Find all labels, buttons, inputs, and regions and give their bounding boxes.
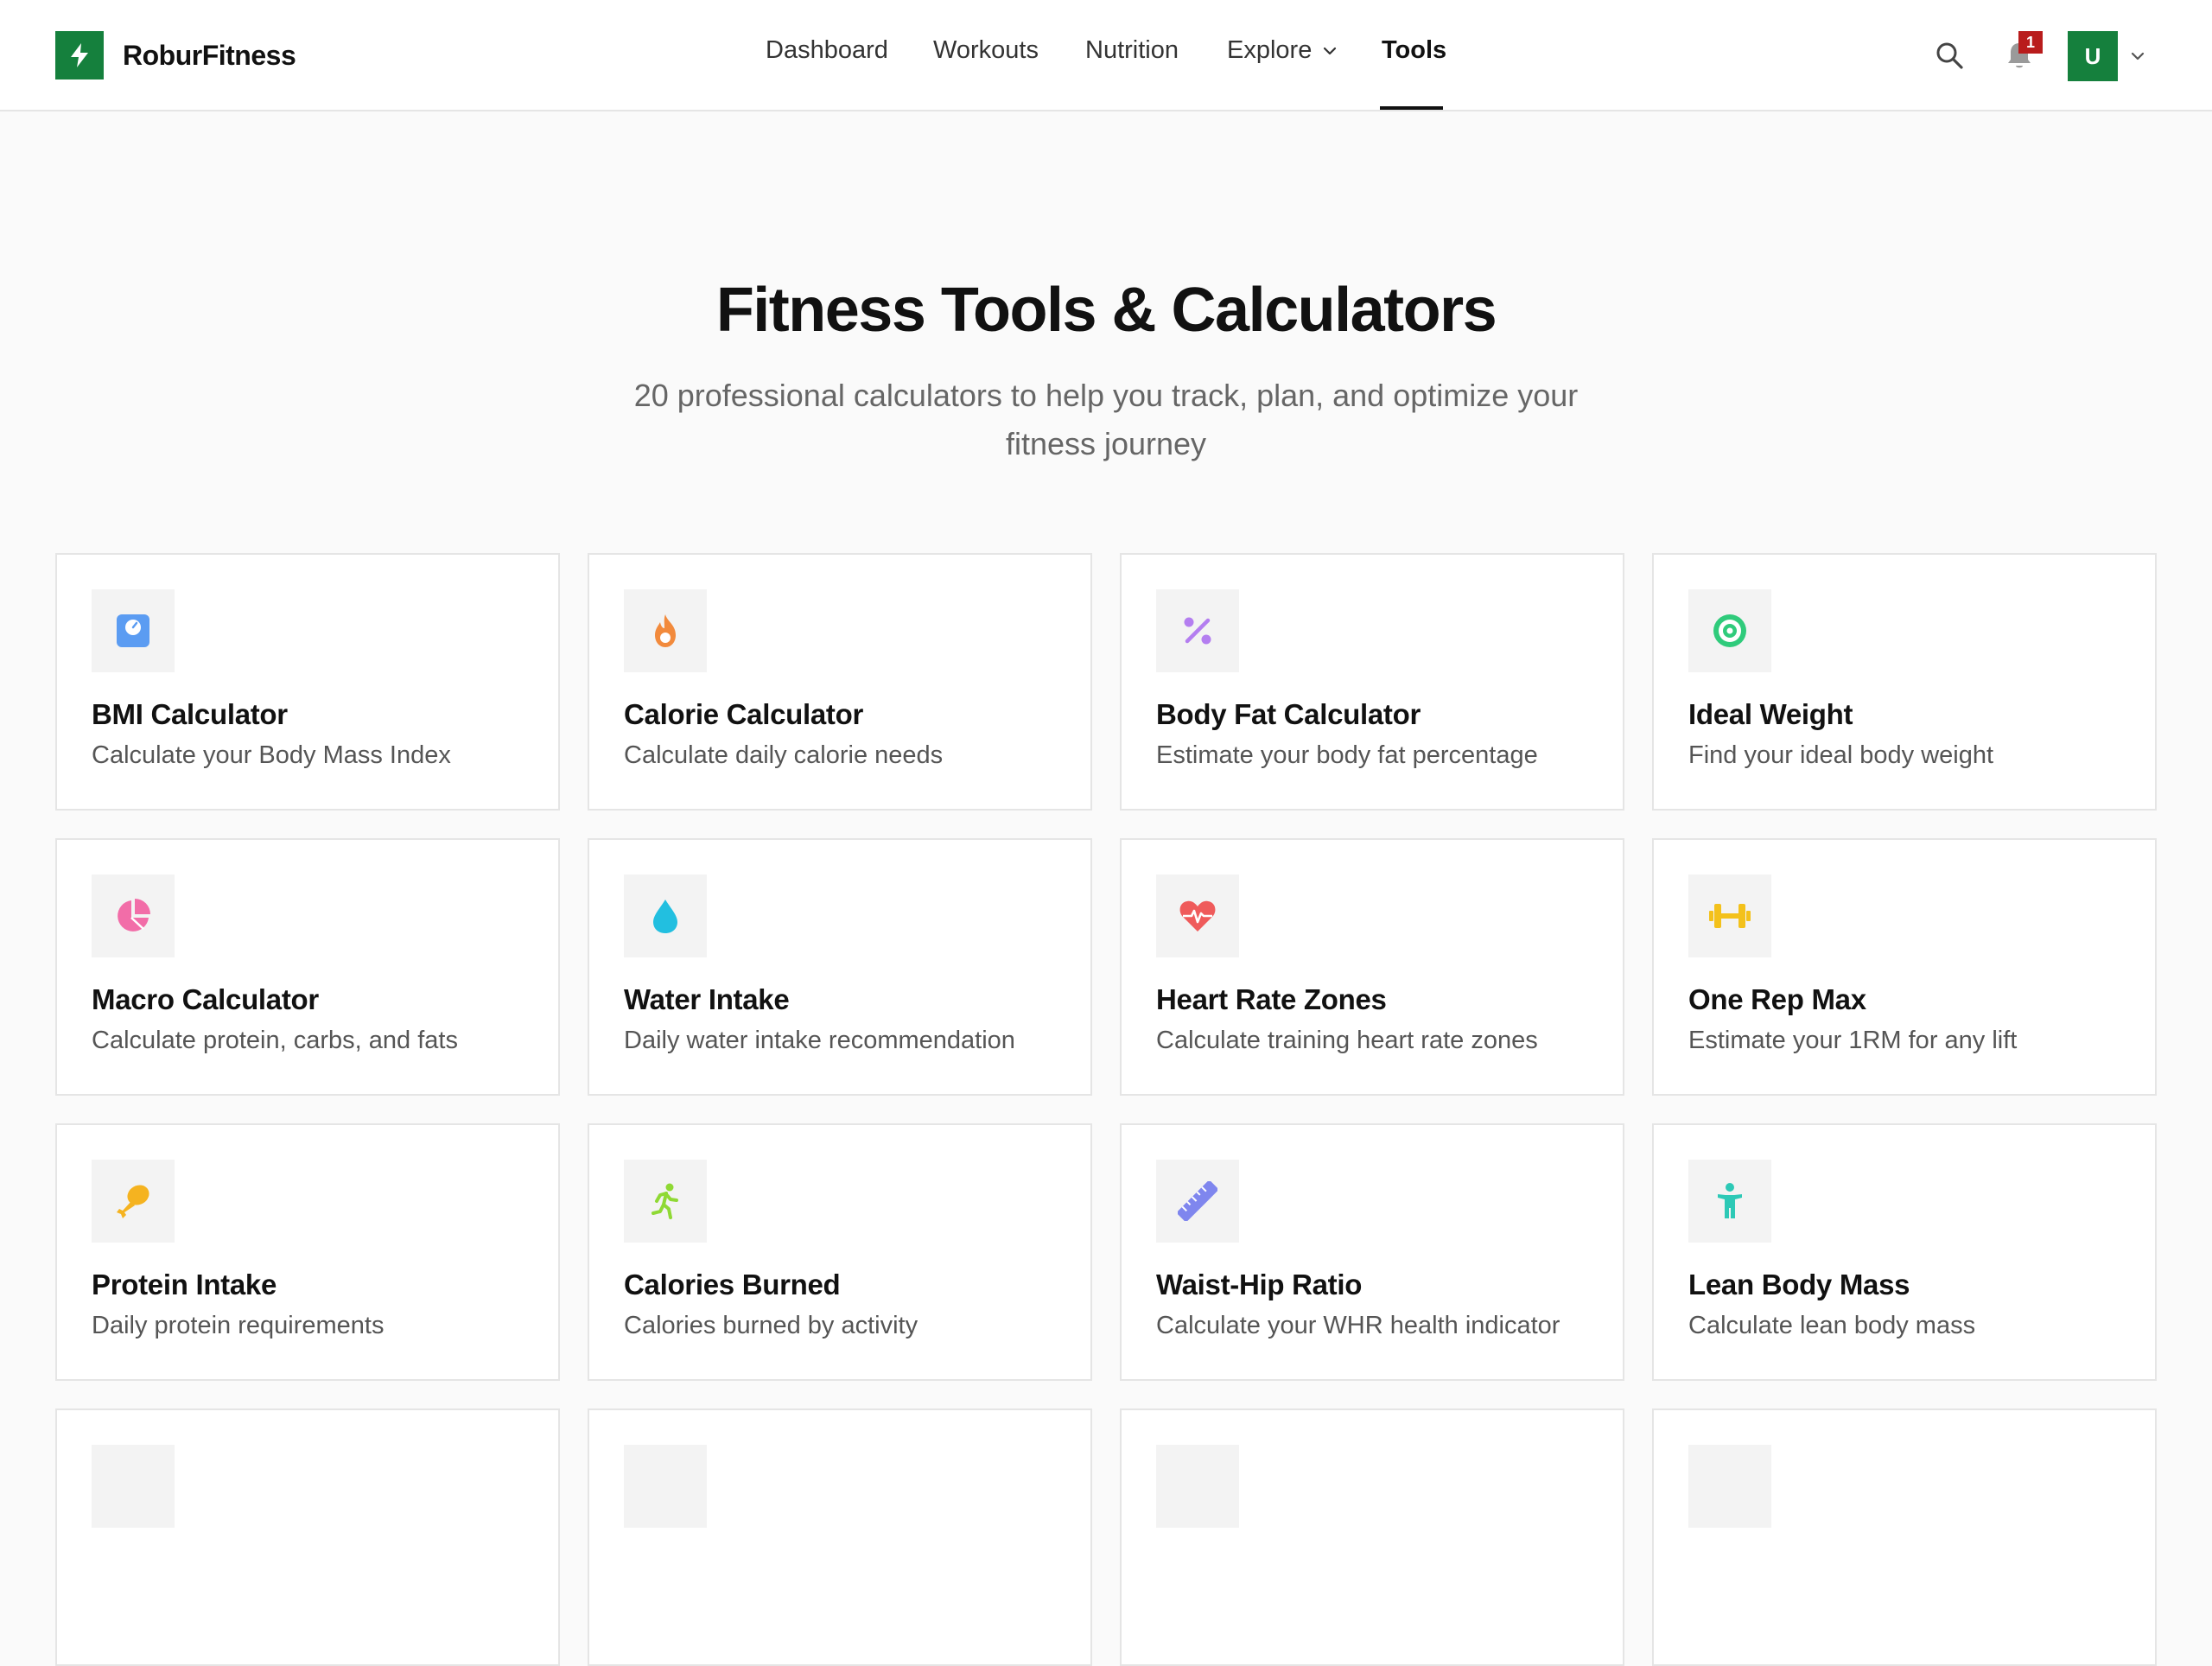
nav-explore[interactable]: Explore	[1227, 36, 1339, 65]
notification-badge: 1	[2018, 31, 2043, 54]
tool-card-title: Body Fat Calculator	[1156, 698, 1421, 730]
percent-icon	[1156, 589, 1239, 672]
flame-icon	[624, 589, 707, 672]
tool-card-desc: Calories burned by activity	[624, 1312, 918, 1339]
chevron-down-icon[interactable]	[2128, 47, 2147, 70]
chevron-down-icon	[1324, 47, 1337, 54]
running-icon	[624, 1160, 707, 1243]
tool-card-desc: Calculate protein, carbs, and fats	[92, 1027, 458, 1054]
card-icon-placeholder	[1688, 1445, 1771, 1528]
page-subtitle: 20 professional calculators to help you …	[633, 378, 1579, 461]
search-icon[interactable]	[1934, 40, 1965, 75]
tool-card-title: BMI Calculator	[92, 698, 288, 730]
tool-card-bmi[interactable]: BMI Calculator Calculate your Body Mass …	[55, 553, 560, 811]
avatar[interactable]: U	[2068, 31, 2118, 81]
tool-card-protein[interactable]: Protein Intake Daily protein requirement…	[55, 1123, 560, 1381]
nav-nutrition[interactable]: Nutrition	[1085, 36, 1179, 65]
nav-active-indicator	[1380, 106, 1443, 110]
tool-card-title: Ideal Weight	[1688, 698, 1853, 730]
tool-card-desc: Daily protein requirements	[92, 1312, 385, 1339]
tool-card-water[interactable]: Water Intake Daily water intake recommen…	[588, 838, 1092, 1096]
ruler-icon	[1156, 1160, 1239, 1243]
tool-card-desc: Calculate lean body mass	[1688, 1312, 1976, 1339]
tool-card-waist-hip[interactable]: Waist-Hip Ratio Calculate your WHR healt…	[1120, 1123, 1624, 1381]
tool-card-title: Calorie Calculator	[624, 698, 864, 730]
card-icon-placeholder	[92, 1445, 175, 1528]
pie-chart-icon	[92, 874, 175, 957]
nav-tools[interactable]: Tools	[1382, 36, 1446, 65]
tool-card-desc: Calculate daily calorie needs	[624, 741, 944, 769]
heart-pulse-icon	[1156, 874, 1239, 957]
tool-card-body-fat[interactable]: Body Fat Calculator Estimate your body f…	[1120, 553, 1624, 811]
tool-card-lean-body-mass[interactable]: Lean Body Mass Calculate lean body mass	[1652, 1123, 2157, 1381]
main-nav: Dashboard Workouts Nutrition Explore Too…	[0, 0, 2212, 110]
scale-icon	[92, 589, 175, 672]
droplet-icon	[624, 874, 707, 957]
tool-card-desc: Calculate your Body Mass Index	[92, 741, 451, 769]
tool-card-row4-4[interactable]	[1652, 1408, 2157, 1666]
drumstick-icon	[92, 1160, 175, 1243]
tool-card-title: Heart Rate Zones	[1156, 983, 1387, 1015]
tool-card-row4-3[interactable]	[1120, 1408, 1624, 1666]
tool-card-desc: Daily water intake recommendation	[624, 1027, 1015, 1054]
tool-card-ideal-weight[interactable]: Ideal Weight Find your ideal body weight	[1652, 553, 2157, 811]
tool-card-calories-burned[interactable]: Calories Burned Calories burned by activ…	[588, 1123, 1092, 1381]
tool-card-desc: Find your ideal body weight	[1688, 741, 1994, 769]
tool-card-calorie[interactable]: Calorie Calculator Calculate daily calor…	[588, 553, 1092, 811]
card-icon-placeholder	[1156, 1445, 1239, 1528]
tool-card-title: Calories Burned	[624, 1269, 841, 1300]
tool-card-desc: Estimate your body fat percentage	[1156, 741, 1538, 769]
page-title: Fitness Tools & Calculators	[715, 276, 1497, 345]
tool-card-title: Macro Calculator	[92, 983, 319, 1015]
tool-card-title: Water Intake	[624, 983, 790, 1015]
tool-card-title: One Rep Max	[1688, 983, 1866, 1015]
tool-card-title: Protein Intake	[92, 1269, 277, 1300]
target-icon	[1688, 589, 1771, 672]
nav-explore-label: Explore	[1227, 36, 1313, 64]
tool-card-row4-1[interactable]	[55, 1408, 560, 1666]
tool-card-row4-2[interactable]	[588, 1408, 1092, 1666]
tool-card-desc: Calculate your WHR health indicator	[1156, 1312, 1560, 1339]
tool-card-title: Lean Body Mass	[1688, 1269, 1910, 1300]
person-icon	[1688, 1160, 1771, 1243]
tool-card-desc: Estimate your 1RM for any lift	[1688, 1027, 2018, 1054]
tool-card-heart-rate[interactable]: Heart Rate Zones Calculate training hear…	[1120, 838, 1624, 1096]
tool-card-desc: Calculate training heart rate zones	[1156, 1027, 1538, 1054]
nav-workouts[interactable]: Workouts	[933, 36, 1039, 65]
nav-dashboard[interactable]: Dashboard	[766, 36, 888, 65]
top-header: RoburFitness Dashboard Workouts Nutritio…	[0, 0, 2212, 111]
tool-card-title: Waist-Hip Ratio	[1156, 1269, 1363, 1300]
dumbbell-icon	[1688, 874, 1771, 957]
card-icon-placeholder	[624, 1445, 707, 1528]
tool-card-one-rep-max[interactable]: One Rep Max Estimate your 1RM for any li…	[1652, 838, 2157, 1096]
tool-card-macro[interactable]: Macro Calculator Calculate protein, carb…	[55, 838, 560, 1096]
